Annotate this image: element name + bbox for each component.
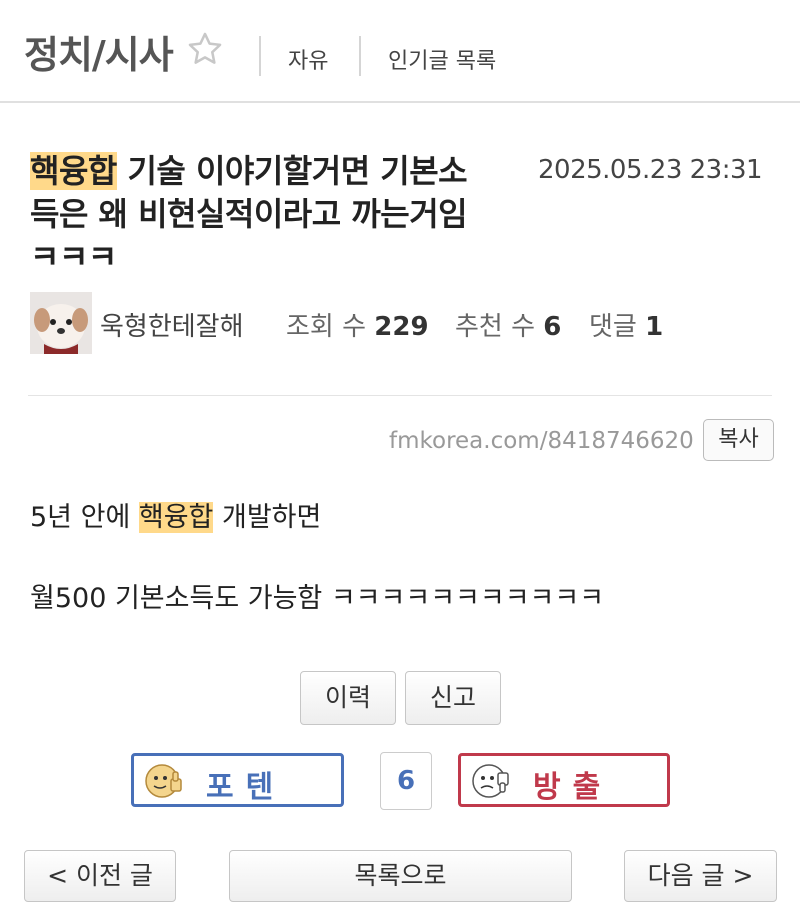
comments-label: 댓글	[589, 312, 637, 342]
board-title[interactable]: 정치/시사	[24, 24, 174, 79]
avatar[interactable]	[30, 292, 92, 354]
body-highlight: 핵융합	[138, 502, 214, 533]
body-text: 5년 안에	[30, 502, 139, 533]
views-label: 조회 수	[286, 312, 367, 342]
title-text: 득은 왜 비현실적이라고 까는거임	[30, 195, 468, 233]
recommends-label: 추천 수	[455, 312, 536, 342]
recommend-count: 추천 수 6	[455, 306, 561, 343]
downvote-button[interactable]: 방출	[458, 753, 670, 807]
history-button[interactable]: 이력	[300, 671, 396, 725]
thumbs-up-face-icon	[145, 764, 182, 798]
views-value: 229	[374, 312, 429, 342]
post-url[interactable]: fmkorea.com/8418746620	[389, 428, 694, 454]
author-name[interactable]: 욱형한테잘해	[100, 306, 244, 343]
divider	[359, 36, 361, 76]
list-button[interactable]: 목록으로	[229, 850, 572, 902]
thumbs-down-face-icon	[472, 764, 509, 798]
recommends-value: 6	[543, 312, 562, 342]
post-title: 핵융합 기술 이야기할거면 기본소득은 왜 비현실적이라고 까는거임 ㅋㅋㅋ	[30, 150, 540, 279]
nav-link-popular[interactable]: 인기글 목록	[388, 43, 496, 75]
prev-post-button[interactable]: < 이전 글	[24, 850, 176, 902]
divider	[259, 36, 261, 76]
body-text: 개발하면	[213, 502, 322, 533]
upvote-label: 포텐	[206, 770, 286, 805]
board-header: 정치/시사 자유 인기글 목록	[0, 0, 800, 103]
title-text: 기술 이야기할거면 기본소	[116, 152, 468, 190]
report-button[interactable]: 신고	[405, 671, 501, 725]
title-highlight: 핵융합	[30, 152, 117, 190]
body-line: 월500 기본소득도 가능함 ㅋㅋㅋㅋㅋㅋㅋㅋㅋㅋㅋ	[30, 583, 605, 614]
post-date: 2025.05.23 23:31	[538, 155, 763, 185]
star-outline-icon[interactable]	[186, 30, 224, 68]
nav-link-free[interactable]: 자유	[288, 43, 328, 75]
body-line: 5년 안에 핵융합 개발하면	[30, 495, 321, 534]
next-post-button[interactable]: 다음 글 >	[624, 850, 777, 902]
divider	[28, 395, 772, 396]
view-count: 조회 수 229	[286, 306, 429, 343]
comment-count[interactable]: 댓글 1	[589, 306, 663, 343]
upvote-button[interactable]: 포텐	[131, 753, 344, 807]
vote-count: 6	[380, 752, 432, 810]
downvote-label: 방출	[533, 770, 613, 805]
title-text: ㅋㅋㅋ	[30, 238, 117, 276]
copy-button[interactable]: 복사	[703, 419, 774, 461]
comments-value: 1	[645, 312, 664, 342]
